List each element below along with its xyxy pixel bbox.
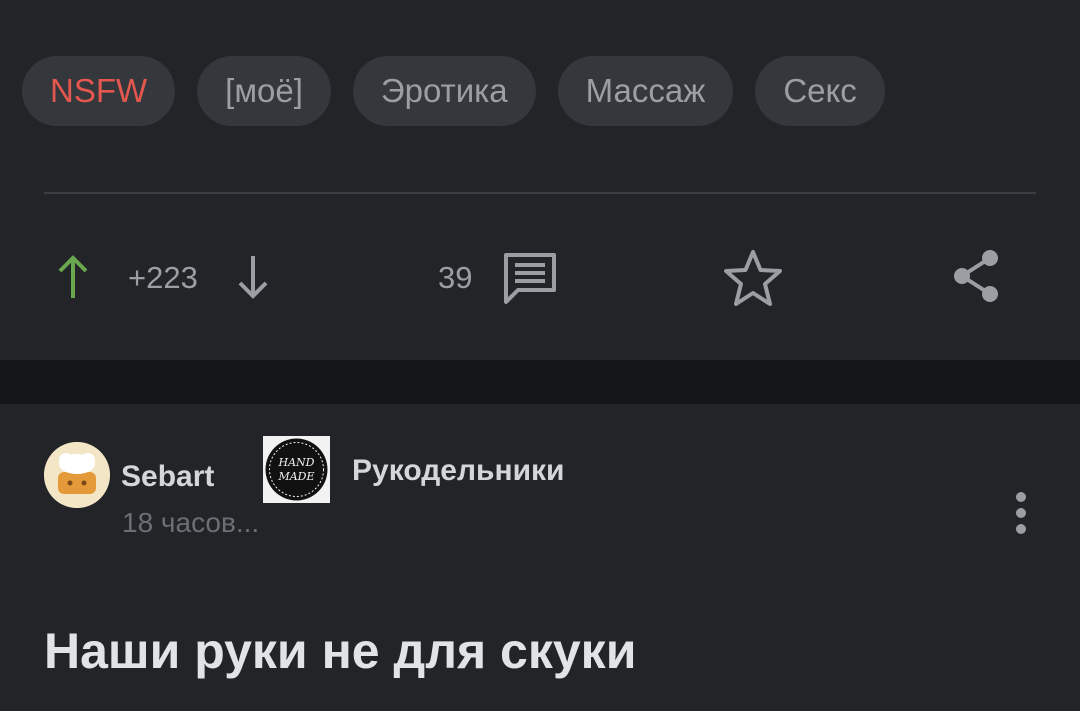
downvote-button[interactable] xyxy=(236,252,270,302)
comments-count[interactable]: 39 xyxy=(438,260,472,296)
tag-erotika[interactable]: Эротика xyxy=(352,56,536,126)
post-card: Sebart 18 часов... HAND MADE Рукодельник… xyxy=(0,404,1080,711)
share-icon xyxy=(954,250,998,302)
hand-made-logo: HAND MADE xyxy=(263,436,330,503)
tag-moe[interactable]: [моё] xyxy=(197,56,331,126)
feed-separator xyxy=(0,360,1080,404)
community-name[interactable]: Рукодельники xyxy=(352,454,565,488)
comments-icon xyxy=(504,253,556,304)
tag-massazh[interactable]: Массаж xyxy=(557,56,734,126)
tag-list: NSFW [моё] Эротика Массаж Секс xyxy=(22,56,885,126)
post-time: 18 часов... xyxy=(122,507,260,538)
more-options-button[interactable] xyxy=(1006,490,1036,536)
tag-seks[interactable]: Секс xyxy=(755,56,885,126)
tag-nsfw[interactable]: NSFW xyxy=(22,56,176,126)
logo-text-hand: HAND xyxy=(278,456,315,469)
comments-button[interactable] xyxy=(500,250,560,308)
author-name[interactable]: Sebart xyxy=(121,460,214,494)
post-title[interactable]: Наши руки не для скуки xyxy=(44,622,636,680)
share-button[interactable] xyxy=(948,246,1004,306)
arrow-down-icon xyxy=(238,256,268,299)
post-actions: +223 39 xyxy=(0,240,1080,320)
save-button[interactable] xyxy=(722,248,784,308)
avatar[interactable] xyxy=(44,442,110,508)
arrow-up-icon xyxy=(58,255,88,298)
rating-value: +223 xyxy=(128,260,198,295)
upvote-button[interactable] xyxy=(56,252,90,302)
community-logo[interactable]: HAND MADE xyxy=(263,436,330,503)
avatar-image xyxy=(44,442,110,508)
post-footer: NSFW [моё] Эротика Массаж Секс +223 39 xyxy=(0,0,1080,360)
star-icon xyxy=(724,250,782,306)
divider xyxy=(44,192,1036,194)
page: NSFW [моё] Эротика Массаж Секс +223 39 S… xyxy=(0,0,1080,711)
more-vertical-icon xyxy=(1016,492,1026,534)
logo-text-made: MADE xyxy=(277,470,314,483)
